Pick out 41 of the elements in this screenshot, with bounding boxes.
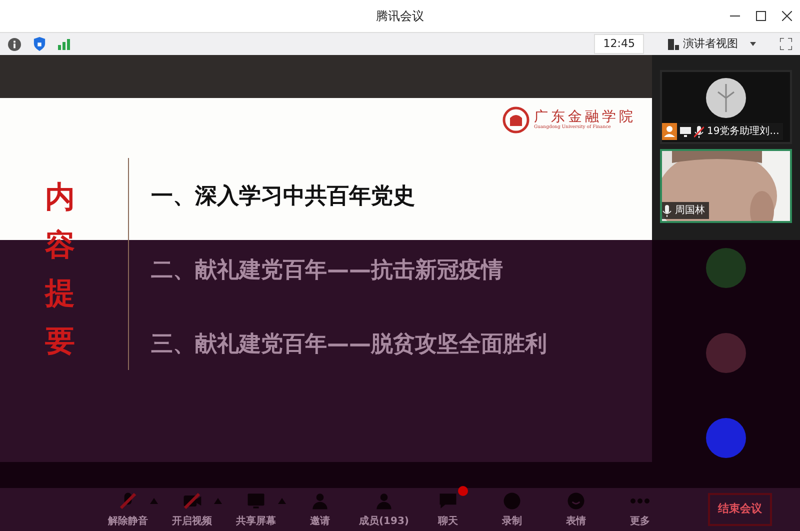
participant-tile[interactable]: 周国林 bbox=[660, 149, 792, 223]
layout-icon bbox=[668, 38, 679, 50]
caret-icon bbox=[750, 42, 756, 46]
smile-icon bbox=[565, 490, 587, 512]
slide-heading: 二、献礼建党百年——抗击新冠疫情 bbox=[151, 258, 504, 284]
toolbar-button[interactable]: 共享屏幕 bbox=[224, 490, 288, 529]
toolbar-button[interactable]: 邀请 bbox=[288, 490, 352, 529]
close-icon[interactable] bbox=[782, 11, 792, 21]
slide-heading: 三、献礼建党百年——脱贫攻坚全面胜利 bbox=[151, 332, 547, 358]
shield-icon[interactable] bbox=[33, 37, 46, 51]
university-name: 广东金融学院 bbox=[534, 109, 636, 125]
caret-icon bbox=[150, 498, 158, 504]
info-icon[interactable] bbox=[8, 38, 21, 50]
participant-name: 19党务助理刘... bbox=[707, 124, 780, 139]
slide-heading: 一、深入学习中共百年党史 bbox=[151, 184, 416, 210]
caret-icon bbox=[214, 498, 222, 504]
more-icon bbox=[630, 498, 650, 504]
fullscreen-icon[interactable] bbox=[780, 38, 792, 50]
maximize-icon[interactable] bbox=[756, 11, 766, 21]
muted-mic-icon bbox=[694, 126, 704, 138]
caret-icon bbox=[278, 498, 286, 504]
avatar-icon bbox=[706, 78, 746, 118]
toolbar-button[interactable]: 解除静音 bbox=[96, 490, 160, 529]
host-icon bbox=[662, 123, 677, 140]
mic-icon bbox=[662, 204, 672, 216]
toolbar-button[interactable]: 更多 bbox=[608, 490, 672, 529]
view-dropdown[interactable]: 演讲者视图 bbox=[668, 36, 756, 52]
meeting-time: 12:45 bbox=[594, 34, 644, 54]
screen-share-icon bbox=[680, 126, 691, 136]
participant-name: 周国林 bbox=[675, 204, 705, 218]
end-meeting-button[interactable]: 结束会议 bbox=[708, 493, 772, 526]
signal-icon[interactable] bbox=[58, 38, 70, 50]
toolbar-button[interactable]: 成员(193) bbox=[352, 490, 416, 529]
toolbar-button[interactable]: 录制 bbox=[480, 490, 544, 529]
participant-tile[interactable]: 19党务助理刘... bbox=[660, 70, 792, 144]
window-title: 腾讯会议 bbox=[376, 8, 424, 25]
toolbar-button[interactable]: 开启视频 bbox=[160, 490, 224, 529]
toolbar-button[interactable]: 聊天 bbox=[416, 490, 480, 529]
toolbar-button[interactable]: 表情 bbox=[544, 490, 608, 529]
university-logo-icon bbox=[502, 106, 530, 134]
record-icon bbox=[501, 490, 523, 512]
